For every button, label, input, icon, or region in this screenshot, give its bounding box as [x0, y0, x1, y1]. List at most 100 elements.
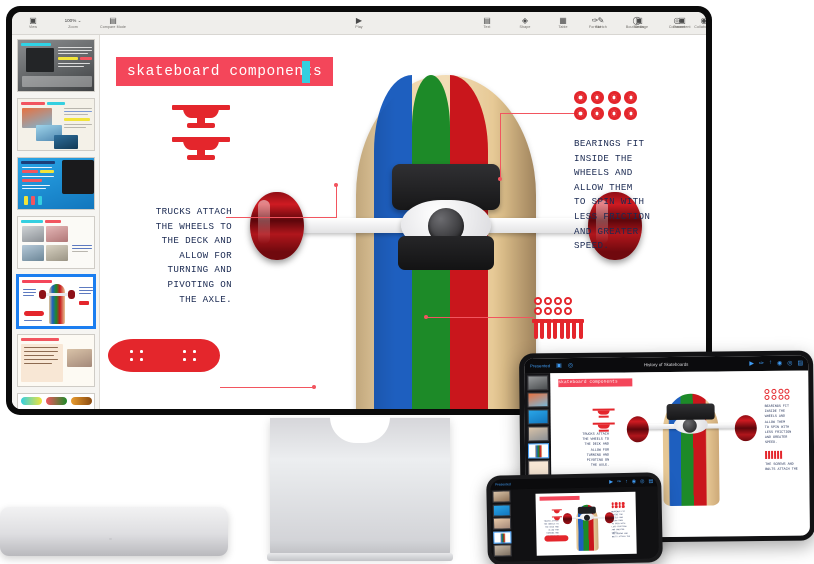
toolbar-zoom-button[interactable]: 100% ⌄ Zoom: [58, 16, 88, 30]
ipad-mini-screws-icon: [765, 450, 783, 459]
text-icon: ▤: [483, 16, 491, 25]
nut-row: [534, 297, 572, 305]
screws-icon[interactable]: [532, 297, 585, 339]
leader-line-trucks-v: [336, 185, 337, 218]
trucks-icon[interactable]: [172, 103, 230, 163]
bolt: [538, 318, 546, 339]
sidebar-icon: ▣: [29, 16, 37, 25]
ipad-share-icon[interactable]: ↑: [769, 360, 772, 367]
shape-icon: ◈: [521, 16, 529, 25]
ipad-mini-banner-title: skateboard components: [558, 379, 618, 386]
toolbar-view-button[interactable]: ▣ View: [20, 16, 46, 30]
ipad-page-thumbnail-5[interactable]: [527, 443, 549, 459]
toolbar-arrange-button[interactable]: ◯ Bout Arrange: [620, 16, 654, 30]
iphone-brush-icon[interactable]: ✑: [617, 479, 621, 485]
ipad-page-thumbnail-2[interactable]: [526, 392, 549, 408]
leader-dot-screws: [424, 315, 428, 319]
toolbar-text-button[interactable]: ▤ Text: [474, 16, 500, 30]
bolt: [570, 318, 578, 339]
ipad-collaborate-icon[interactable]: ◉: [777, 360, 782, 367]
ipad-brush-icon[interactable]: ✑: [759, 360, 764, 367]
nut: [563, 306, 572, 315]
iphone-documents-button[interactable]: Presented: [495, 482, 511, 486]
baseplate-bottom: [398, 236, 494, 270]
toolbar-shape-label: Shape: [519, 25, 531, 29]
ipad-page-thumbnail-1[interactable]: [526, 375, 548, 391]
toolbar-play-button[interactable]: ▶ Play: [346, 16, 372, 30]
bearings-icon[interactable]: [574, 91, 638, 120]
iphone-document-icon[interactable]: ▤: [648, 478, 653, 484]
toolbar-play-group: ▶ Play: [346, 16, 372, 30]
iphone-share-icon[interactable]: ↑: [625, 479, 628, 485]
iphone-tool-group: ▶ ✑ ↑ ◉ ◎ ▤: [609, 478, 653, 485]
toolbar-format-label: Format: [589, 25, 601, 29]
skateboard-illustration[interactable]: [250, 75, 642, 409]
ipad-zoom-icon[interactable]: ◎: [568, 362, 573, 369]
ipad-mini-screws-note: THE SCREWS AND BOLTS ATTACH THE: [765, 462, 798, 473]
ipad-document-icon[interactable]: ▤: [797, 360, 803, 367]
display-stand: [267, 417, 453, 561]
iphone-page-thumbnail-2[interactable]: [492, 503, 511, 517]
toolbar-zoom-label: Zoom: [68, 25, 78, 29]
page-thumbnail-7[interactable]: 7: [16, 393, 95, 409]
bearing-ring: [624, 107, 638, 120]
toolbar-table-button[interactable]: ▦ Table: [550, 16, 576, 30]
bolt: [551, 318, 559, 339]
nut: [534, 297, 542, 305]
iphone-page-thumbnail-4[interactable]: [493, 530, 512, 544]
iphone-collaborate-icon[interactable]: ◉: [632, 479, 636, 485]
trucks-note[interactable]: TRUCKS ATTACH THE WHEELS TO THE DECK AND…: [118, 205, 232, 307]
bearing-ring: [607, 91, 621, 104]
nut: [543, 306, 552, 315]
nut: [553, 306, 562, 315]
zoom-percent-icon: 100% ⌄: [64, 18, 82, 23]
nut: [543, 297, 552, 305]
iphone-page-thumbnail-5[interactable]: [493, 544, 512, 557]
leader-line-trucks: [226, 217, 336, 218]
toolbar-right-group: ✑ Format ◯ Bout Arrange ▣ Document: [582, 16, 698, 30]
ipad-page-thumbnail-3[interactable]: [527, 409, 549, 425]
page-thumbnail-2[interactable]: 2: [16, 98, 95, 151]
bolt: [557, 318, 566, 339]
page-thumbnail-6[interactable]: 6: [16, 334, 95, 387]
deck-note[interactable]: THE DECK IS THE PLATFORM: [142, 407, 262, 409]
ipad-page-thumbnail-4[interactable]: [527, 426, 549, 442]
toolbar-compare-label: Compare Mode: [100, 25, 126, 29]
toolbar-compare-button[interactable]: ▤ Compare Mode: [100, 16, 126, 30]
ipad-play-icon[interactable]: ▶: [749, 360, 754, 367]
document-banner[interactable]: skateboard components: [116, 57, 334, 86]
iphone-play-icon[interactable]: ▶: [609, 479, 613, 485]
iphone-page-thumbnail-3[interactable]: [492, 517, 512, 530]
brush-icon: ✑: [591, 16, 599, 25]
page-thumbnail-1[interactable]: 1: [16, 39, 95, 92]
nut-row: [534, 306, 572, 315]
toolbar-format-button[interactable]: ✑ Format: [582, 16, 608, 30]
bolt: [564, 318, 572, 339]
bolt: [577, 318, 585, 339]
toolbar-arrange-label: Bout Arrange: [625, 25, 649, 29]
page-thumbnail-3[interactable]: 3: [16, 157, 95, 210]
deck-icon[interactable]: [108, 339, 220, 372]
ipad-page-thumbnail-6[interactable]: [527, 460, 549, 476]
iphone-thumbnail-sidebar[interactable]: [490, 489, 514, 562]
ipad-documents-button[interactable]: Presented: [530, 363, 550, 368]
leader-dot-trucks: [334, 183, 338, 187]
iphone-mini-screws-note: THE SCREWS AND BOLTS ATTACH THE: [611, 531, 631, 539]
page-thumbnail-5[interactable]: 5: [16, 275, 95, 328]
leader-line-bearings-v: [500, 113, 501, 179]
toolbar-document-button[interactable]: ▣ Document: [666, 16, 698, 30]
toolbar-text-label: Text: [483, 25, 491, 29]
iphone-canvas[interactable]: TRUCKS ATTACH THE WHEELS TO THE DECK AND…: [512, 486, 659, 562]
toolbar-shape-button[interactable]: ◈ Shape: [512, 16, 538, 30]
iphone-device: Presented ▶ ✑ ↑ ◉ ◎ ▤ TRUCKS ATTACH THE …: [486, 472, 663, 564]
nut: [534, 306, 542, 315]
nut: [563, 297, 572, 305]
bearings-note[interactable]: BEARINGS FIT INSIDE THE WHEELS AND ALLOW…: [574, 137, 704, 254]
ipad-more-icon[interactable]: ◎: [787, 360, 792, 367]
iphone-page-thumbnail-1[interactable]: [492, 490, 511, 503]
arrange-icon: ◯: [632, 16, 642, 25]
iphone-more-icon[interactable]: ◎: [640, 479, 644, 485]
ipad-sidebar-icon[interactable]: ▣: [556, 362, 562, 369]
page-thumbnail-sidebar[interactable]: 1 2: [12, 35, 100, 409]
page-thumbnail-4[interactable]: 4: [16, 216, 95, 269]
